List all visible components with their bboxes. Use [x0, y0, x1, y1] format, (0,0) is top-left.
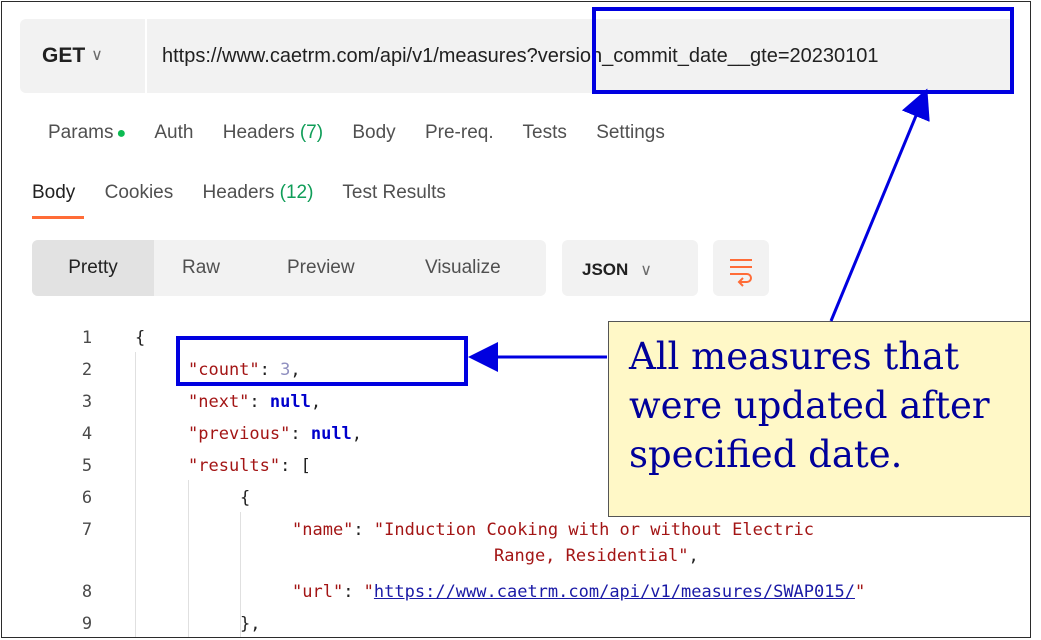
code-line: "url": "https://www.caetrm.com/api/v1/me…: [292, 582, 866, 602]
line-number: 7: [81, 520, 93, 540]
quote: ": [363, 582, 374, 602]
code-line: "next": null,: [188, 392, 322, 412]
json-value-previous: null: [310, 424, 352, 444]
json-key-previous: "previous": [188, 424, 291, 444]
format-label: JSON: [582, 260, 629, 279]
request-tabs: Params ● Auth Headers (7) Body Pre-req. T…: [48, 122, 689, 152]
line-number: 8: [81, 582, 93, 602]
tab-settings[interactable]: Settings: [596, 122, 665, 143]
request-bar-divider: [145, 19, 147, 93]
quote: ": [854, 582, 866, 602]
params-active-dot: ●: [116, 125, 127, 142]
response-tab-body[interactable]: Body: [32, 182, 84, 219]
format-select[interactable]: JSON ∨: [562, 240, 698, 296]
code-line: "previous": null,: [188, 424, 363, 444]
brace-open: {: [240, 488, 251, 508]
code-line: {: [135, 328, 145, 348]
indent-guide: [188, 480, 189, 637]
json-value-name-cont: Range, Residential": [494, 546, 689, 566]
chevron-down-icon: ∨: [640, 262, 653, 279]
highlight-box-count: [176, 336, 468, 386]
line-number: 2: [81, 360, 93, 380]
brace-open: {: [135, 328, 146, 348]
tab-body[interactable]: Body: [352, 122, 395, 143]
wrap-lines-icon: [730, 259, 752, 287]
code-line: },: [240, 614, 260, 634]
indent-guide: [135, 352, 136, 637]
tab-headers-label: Headers: [222, 122, 295, 143]
line-number: 9: [81, 614, 93, 634]
line-number: 4: [81, 424, 93, 444]
method-label: GET: [42, 44, 86, 67]
json-value-name: "Induction Cooking with or without Elect…: [373, 520, 815, 540]
annotation-callout: All measures that were updated after spe…: [608, 321, 1030, 517]
view-mode-group: Pretty Raw Preview Visualize: [32, 240, 546, 296]
json-key-next: "next": [188, 392, 250, 412]
tab-params-label: Params: [48, 122, 114, 143]
code-line: "results": [: [188, 456, 311, 476]
response-tabs: Body Cookies Headers (12) Test Results: [32, 182, 470, 222]
line-number: 5: [81, 456, 93, 476]
json-key-name: "name": [292, 520, 354, 540]
view-pretty-button[interactable]: Pretty: [32, 240, 154, 296]
response-tab-cookies[interactable]: Cookies: [105, 182, 174, 203]
tab-pre-request[interactable]: Pre-req.: [425, 122, 494, 143]
response-tab-test-results[interactable]: Test Results: [342, 182, 445, 203]
line-number: 1: [81, 328, 93, 348]
line-number: 6: [81, 488, 93, 508]
brace-close: },: [240, 614, 261, 634]
code-line: {: [240, 488, 250, 508]
json-key-results: "results": [188, 456, 281, 476]
response-tab-headers[interactable]: Headers (12): [203, 182, 314, 203]
json-key-url: "url": [292, 582, 344, 602]
highlight-box-query: [592, 7, 1014, 94]
arrow-to-query: [829, 88, 930, 322]
code-line: Range, Residential",: [494, 546, 699, 566]
response-tab-body-label: Body: [32, 182, 76, 203]
tab-auth[interactable]: Auth: [154, 122, 193, 143]
view-preview-button[interactable]: Preview: [287, 240, 355, 296]
tab-tests[interactable]: Tests: [523, 122, 567, 143]
json-value-next: null: [269, 392, 311, 412]
headers-count: (7): [299, 122, 324, 143]
wrap-lines-button[interactable]: [713, 240, 769, 296]
json-value-url-link[interactable]: https://www.caetrm.com/api/v1/measures/S…: [374, 582, 855, 602]
postman-window: GET ∨ https://www.caetrm.com/api/v1/measu…: [1, 1, 1031, 638]
line-number: 3: [81, 392, 93, 412]
tab-headers[interactable]: Headers (7): [223, 122, 323, 143]
response-headers-count: (12): [279, 182, 314, 203]
tab-params[interactable]: Params ●: [48, 122, 126, 143]
response-tab-headers-label: Headers: [202, 182, 275, 203]
view-raw-button[interactable]: Raw: [182, 240, 220, 296]
code-line: "name": "Induction Cooking with or witho…: [292, 520, 815, 540]
chevron-down-icon: ∨: [91, 47, 103, 65]
active-tab-underline: [32, 216, 84, 219]
bracket-open: [: [300, 456, 311, 476]
view-visualize-button[interactable]: Visualize: [425, 240, 501, 296]
method-select[interactable]: GET ∨: [42, 19, 103, 93]
